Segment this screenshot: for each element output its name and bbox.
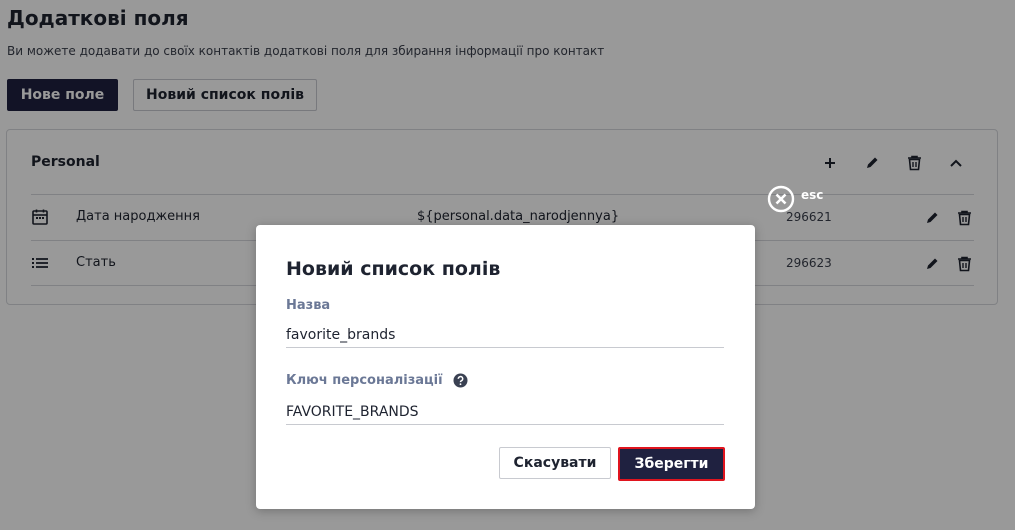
save-button[interactable]: Зберегти (618, 447, 725, 481)
esc-label: esc (801, 188, 824, 202)
cancel-button[interactable]: Скасувати (499, 447, 611, 479)
new-field-list-dialog: Новий список полів Назва Ключ персоналіз… (256, 225, 755, 509)
close-modal-button[interactable]: esc (767, 185, 823, 213)
personalization-key-label: Ключ персоналізації (286, 373, 443, 388)
dialog-title: Новий список полів (286, 258, 501, 280)
close-circle-icon (767, 185, 795, 213)
name-label: Назва (286, 298, 331, 313)
personalization-key-label-row: Ключ персоналізації (286, 373, 468, 388)
help-icon[interactable] (453, 373, 468, 388)
name-input[interactable] (286, 322, 724, 348)
personalization-key-input[interactable] (286, 399, 724, 425)
